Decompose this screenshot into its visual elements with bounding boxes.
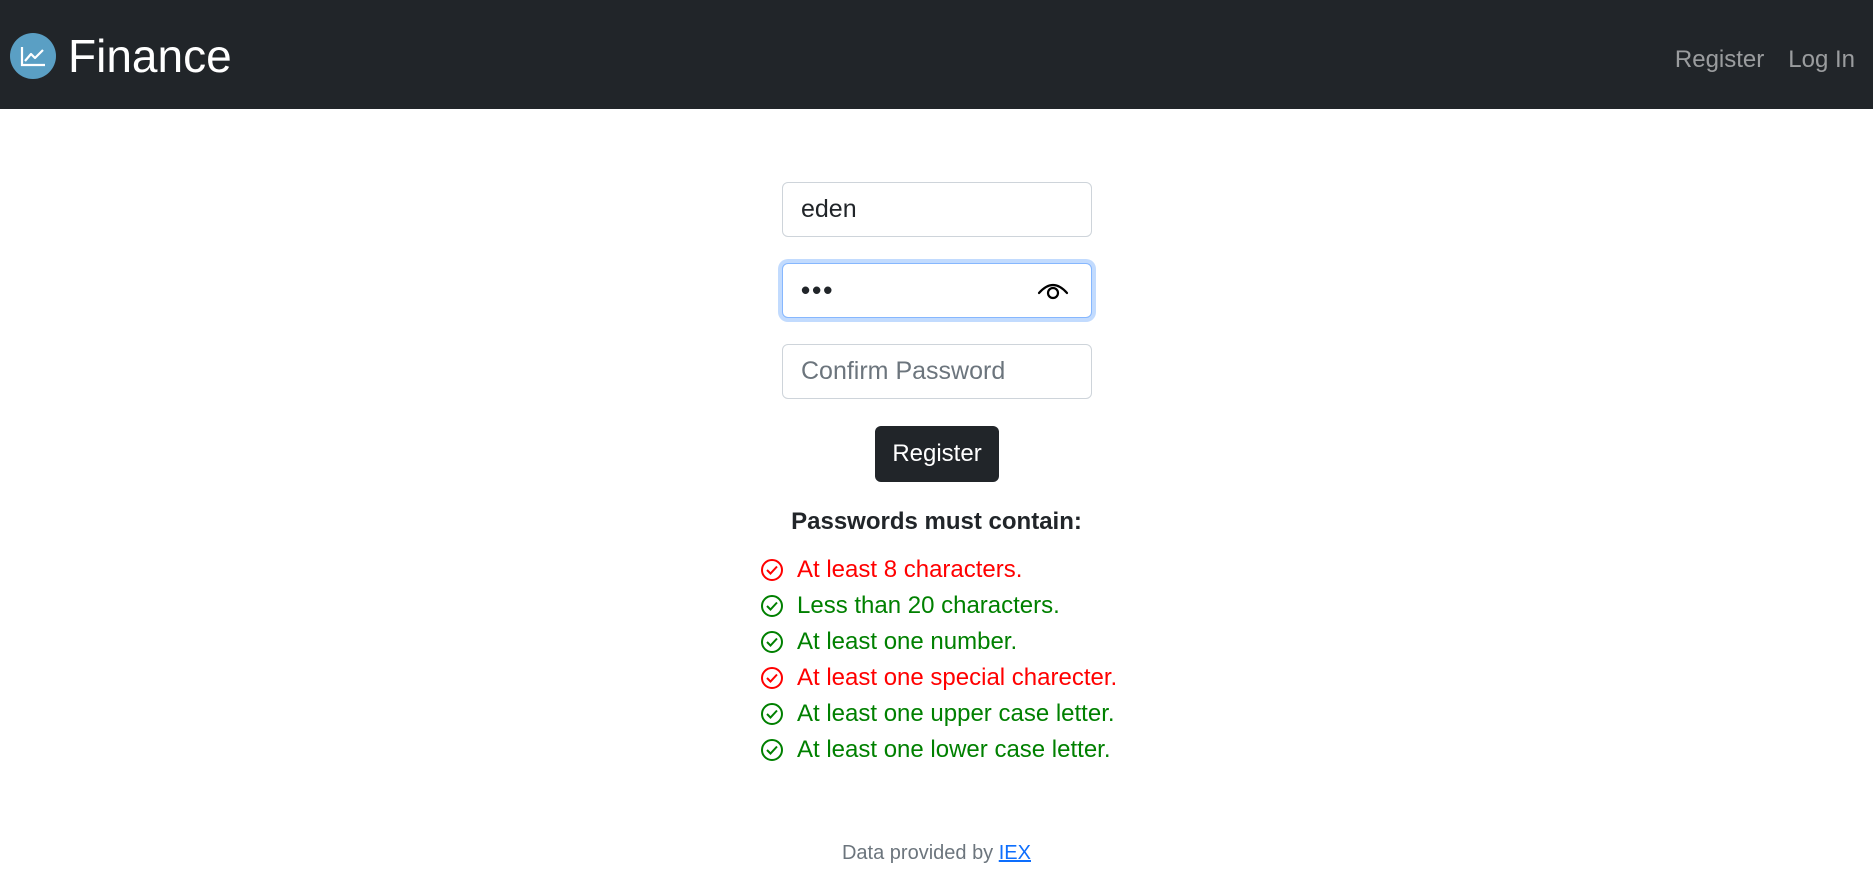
requirement-text: At least 8 characters. (797, 556, 1023, 583)
requirement-item: At least one number. (760, 624, 1117, 660)
confirm-password-placeholder: Confirm Password (801, 357, 1006, 385)
chart-line-icon (10, 33, 56, 79)
requirement-item: Less than 20 characters. (760, 588, 1117, 624)
brand[interactable]: Finance (10, 30, 232, 82)
requirement-item: At least one lower case letter. (760, 732, 1117, 768)
register-button[interactable]: Register (875, 426, 999, 482)
footer-prefix: Data provided by (841, 842, 999, 864)
check-circle-icon (761, 667, 783, 689)
nav-links: Register Log In (1675, 44, 1855, 76)
requirement-text: At least one lower case letter. (797, 736, 1111, 763)
brand-title: Finance (68, 30, 232, 82)
requirement-text: Less than 20 characters. (797, 592, 1060, 619)
check-circle-icon (761, 631, 783, 653)
iex-link[interactable]: IEX (999, 842, 1031, 864)
password-input[interactable]: ••• (782, 263, 1092, 318)
requirement-text: At least one upper case letter. (797, 700, 1115, 727)
footer: Data provided by IEX (0, 842, 1873, 865)
username-value: eden (801, 195, 857, 223)
check-circle-icon (761, 739, 783, 761)
requirement-text: At least one number. (797, 628, 1018, 655)
check-circle-icon (761, 595, 783, 617)
requirements-list: At least 8 characters. Less than 20 char… (760, 552, 1117, 768)
navbar: Finance Register Log In (0, 0, 1873, 109)
requirement-item: At least 8 characters. (760, 552, 1117, 588)
confirm-password-input[interactable]: Confirm Password (782, 344, 1092, 399)
requirement-item: At least one special charecter. (760, 660, 1117, 696)
nav-login-link[interactable]: Log In (1788, 44, 1855, 76)
check-circle-icon (761, 703, 783, 725)
username-input[interactable]: eden (782, 182, 1092, 237)
password-value: ••• (801, 275, 835, 305)
requirements-title: Passwords must contain: (791, 508, 1082, 535)
requirement-item: At least one upper case letter. (760, 696, 1117, 732)
eye-icon[interactable] (1037, 279, 1069, 303)
nav-register-link[interactable]: Register (1675, 44, 1764, 76)
check-circle-icon (761, 559, 783, 581)
requirement-text: At least one special charecter. (797, 664, 1118, 691)
